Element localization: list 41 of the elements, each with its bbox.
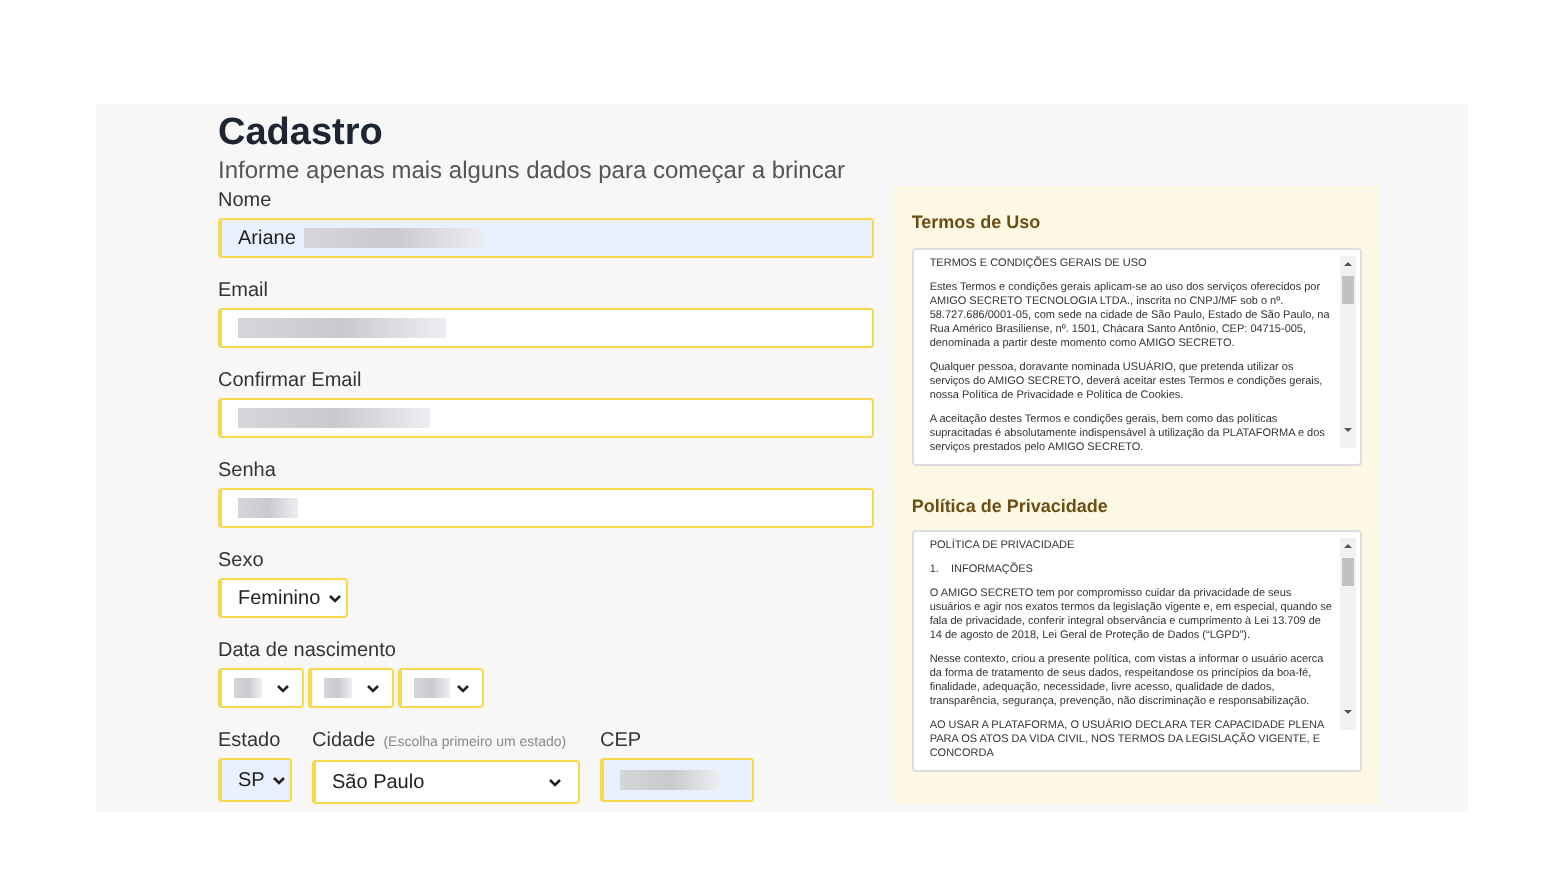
caret-icon — [328, 593, 343, 603]
page-subtitle: Informe apenas mais alguns dados para começar a brincar — [218, 156, 847, 184]
blurred-value — [620, 770, 720, 790]
select-field[interactable]: São Paulo — [312, 760, 580, 804]
input-value: Ariane — [238, 225, 296, 253]
field-label: Email — [218, 280, 271, 304]
section-title: Política de Privacidade — [911, 493, 1110, 519]
blurred-value — [234, 678, 262, 698]
select-field[interactable]: Feminino — [218, 578, 348, 618]
field-label: Confirmar Email — [218, 370, 364, 394]
caret-icon — [548, 777, 562, 787]
select-field[interactable]: SP — [218, 758, 292, 802]
section-title: Termos de Uso — [911, 210, 1043, 236]
caret-icon — [276, 683, 290, 693]
input-field[interactable] — [218, 488, 874, 528]
field-label: Senha — [218, 460, 278, 484]
input-field[interactable] — [600, 758, 754, 802]
caret-icon — [456, 683, 470, 693]
text-area[interactable] — [911, 530, 1362, 772]
field-label: Sexo — [218, 550, 266, 574]
select-value: Feminino — [238, 585, 321, 613]
field-label: Data de nascimento — [218, 640, 398, 664]
select-value: São Paulo — [332, 769, 425, 797]
field-label: Nome — [218, 190, 274, 214]
input-field[interactable]: Ariane — [218, 218, 874, 258]
input-field[interactable] — [218, 308, 874, 348]
input-field[interactable] — [218, 398, 874, 438]
select-field[interactable] — [398, 668, 484, 708]
field-label: Cidade — [312, 730, 376, 754]
blurred-value — [324, 678, 352, 698]
field-label: CEP — [600, 730, 642, 754]
field-label: Estado — [218, 730, 281, 754]
caret-icon — [366, 683, 380, 693]
select-field[interactable] — [308, 668, 394, 708]
blurred-value — [414, 678, 450, 698]
blurred-value — [238, 498, 298, 518]
page-title: Cadastro — [218, 112, 385, 156]
text-area[interactable] — [911, 247, 1362, 465]
select-field[interactable] — [218, 668, 304, 708]
select-value: SP — [238, 767, 265, 795]
caret-icon — [272, 775, 287, 785]
